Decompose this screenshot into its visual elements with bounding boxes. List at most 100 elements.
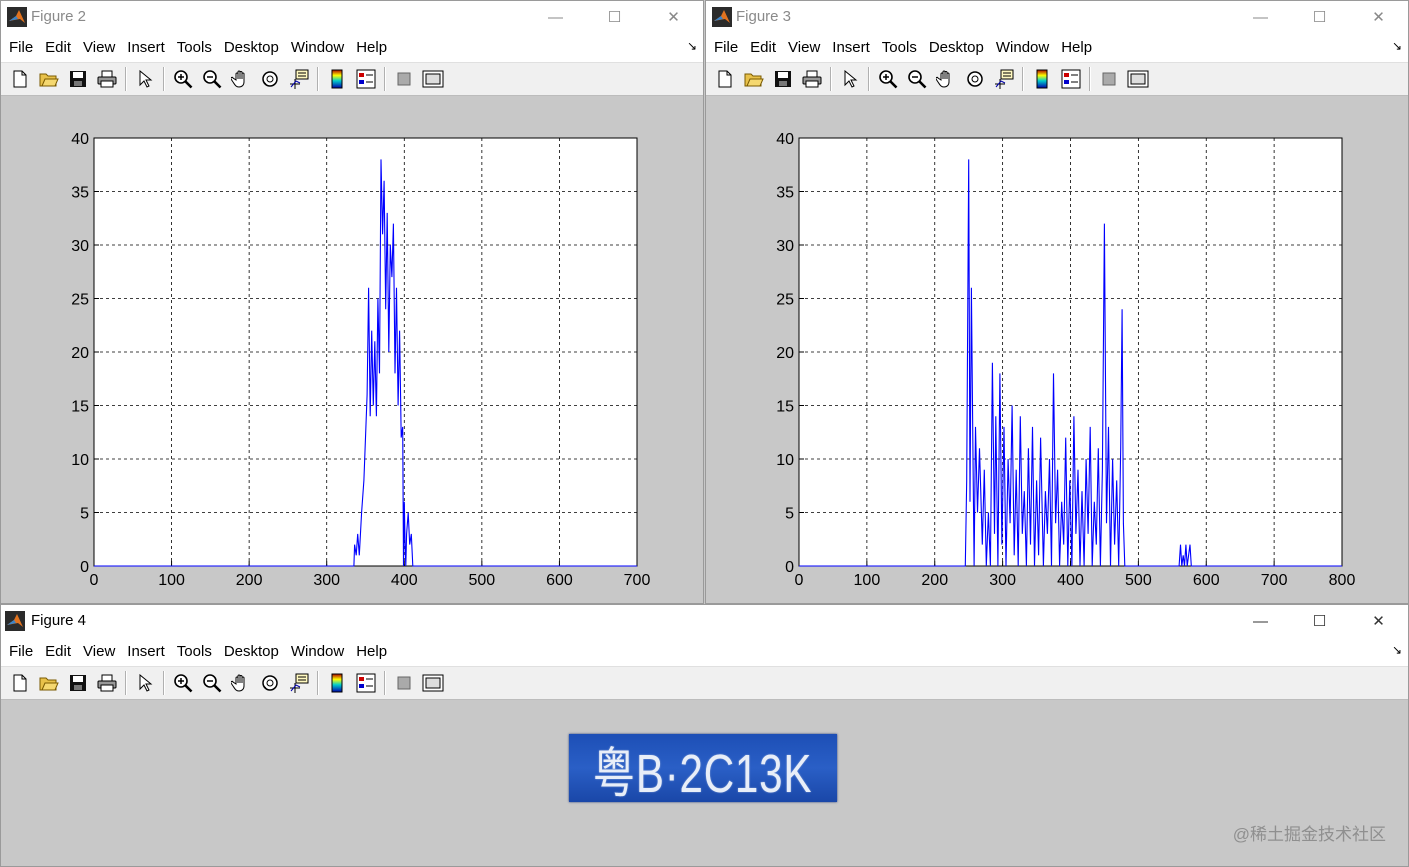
menu-tools[interactable]: Tools bbox=[171, 39, 218, 56]
toolbar-separator bbox=[317, 671, 318, 695]
menu-desktop[interactable]: Desktop bbox=[218, 643, 285, 660]
zoom-out-icon[interactable] bbox=[201, 68, 223, 90]
colorbar-icon[interactable] bbox=[326, 68, 348, 90]
legend-icon[interactable] bbox=[1060, 68, 1082, 90]
menu-desktop[interactable]: Desktop bbox=[218, 39, 285, 56]
pan-hand-icon[interactable] bbox=[230, 68, 252, 90]
show-plot-tools-icon[interactable] bbox=[422, 672, 444, 694]
y-tick-label: 5 bbox=[785, 506, 794, 523]
maximize-button[interactable]: ☐ bbox=[1290, 605, 1349, 637]
menu-file[interactable]: File bbox=[3, 643, 39, 660]
title-bar[interactable]: Figure 4 — ☐ ✕ bbox=[1, 605, 1408, 637]
menu-window[interactable]: Window bbox=[990, 39, 1055, 56]
dock-arrow-icon[interactable]: ↘ bbox=[687, 39, 697, 53]
colorbar-icon[interactable] bbox=[326, 672, 348, 694]
minimize-button[interactable]: — bbox=[1231, 1, 1290, 33]
toolbar-separator bbox=[868, 67, 869, 91]
figure-2-axes[interactable]: 0 100 200 300 400 500 600 700 0 5 10 15 20 25 30 35 40 bbox=[1, 97, 704, 604]
menu-edit[interactable]: Edit bbox=[39, 39, 77, 56]
maximize-button[interactable]: ☐ bbox=[1290, 1, 1349, 33]
title-bar[interactable]: Figure 2 — ☐ ✕ bbox=[1, 1, 703, 33]
menu-window[interactable]: Window bbox=[285, 39, 350, 56]
y-tick-label: 30 bbox=[776, 238, 794, 255]
y-tick-label: 0 bbox=[785, 559, 794, 576]
zoom-in-icon[interactable] bbox=[172, 68, 194, 90]
pan-hand-icon[interactable] bbox=[230, 672, 252, 694]
save-icon[interactable] bbox=[772, 68, 794, 90]
minimize-button[interactable]: — bbox=[1231, 605, 1290, 637]
zoom-out-icon[interactable] bbox=[201, 672, 223, 694]
zoom-in-icon[interactable] bbox=[172, 672, 194, 694]
y-tick-label: 25 bbox=[71, 292, 89, 309]
print-icon[interactable] bbox=[96, 68, 118, 90]
menu-edit[interactable]: Edit bbox=[744, 39, 782, 56]
x-tick-label: 600 bbox=[1193, 572, 1220, 589]
menu-file[interactable]: File bbox=[3, 39, 39, 56]
menu-view[interactable]: View bbox=[77, 39, 121, 56]
toolbar-separator bbox=[125, 67, 126, 91]
menu-window[interactable]: Window bbox=[285, 643, 350, 660]
close-button[interactable]: ✕ bbox=[1349, 1, 1408, 33]
x-tick-label: 100 bbox=[158, 572, 185, 589]
maximize-button[interactable]: ☐ bbox=[585, 1, 644, 33]
new-figure-icon[interactable] bbox=[9, 672, 31, 694]
hide-plot-tools-icon[interactable] bbox=[393, 68, 415, 90]
open-file-icon[interactable] bbox=[38, 68, 60, 90]
save-icon[interactable] bbox=[67, 68, 89, 90]
window-title: Figure 3 bbox=[736, 8, 792, 25]
title-bar[interactable]: Figure 3 — ☐ ✕ bbox=[706, 1, 1408, 33]
menu-tools[interactable]: Tools bbox=[876, 39, 923, 56]
figure-3-axes[interactable]: 0 100 200 300 400 500 600 700 800 0 5 10 15 20 25 30 35 4… bbox=[706, 97, 1409, 604]
show-plot-tools-icon[interactable] bbox=[1127, 68, 1149, 90]
menu-desktop[interactable]: Desktop bbox=[923, 39, 990, 56]
toolbar-separator bbox=[384, 671, 385, 695]
menu-insert[interactable]: Insert bbox=[826, 39, 876, 56]
open-file-icon[interactable] bbox=[38, 672, 60, 694]
colorbar-icon[interactable] bbox=[1031, 68, 1053, 90]
menu-view[interactable]: View bbox=[77, 643, 121, 660]
zoom-out-icon[interactable] bbox=[906, 68, 928, 90]
print-icon[interactable] bbox=[96, 672, 118, 694]
close-button[interactable]: ✕ bbox=[1349, 605, 1408, 637]
zoom-in-icon[interactable] bbox=[877, 68, 899, 90]
menu-edit[interactable]: Edit bbox=[39, 643, 77, 660]
menu-file[interactable]: File bbox=[708, 39, 744, 56]
x-tick-label: 300 bbox=[313, 572, 340, 589]
menu-view[interactable]: View bbox=[782, 39, 826, 56]
dock-arrow-icon[interactable]: ↘ bbox=[1392, 643, 1402, 657]
data-cursor-icon[interactable] bbox=[288, 672, 310, 694]
legend-icon[interactable] bbox=[355, 672, 377, 694]
menu-help[interactable]: Help bbox=[350, 39, 393, 56]
edit-plot-arrow-icon[interactable] bbox=[134, 68, 156, 90]
legend-icon[interactable] bbox=[355, 68, 377, 90]
menu-help[interactable]: Help bbox=[350, 643, 393, 660]
hide-plot-tools-icon[interactable] bbox=[393, 672, 415, 694]
matlab-logo-icon bbox=[7, 7, 27, 27]
data-cursor-icon[interactable] bbox=[288, 68, 310, 90]
menu-insert[interactable]: Insert bbox=[121, 643, 171, 660]
y-tick-label: 40 bbox=[776, 131, 794, 148]
show-plot-tools-icon[interactable] bbox=[422, 68, 444, 90]
menu-tools[interactable]: Tools bbox=[171, 643, 218, 660]
new-figure-icon[interactable] bbox=[9, 68, 31, 90]
hide-plot-tools-icon[interactable] bbox=[1098, 68, 1120, 90]
close-button[interactable]: ✕ bbox=[644, 1, 703, 33]
data-cursor-icon[interactable] bbox=[993, 68, 1015, 90]
menu-help[interactable]: Help bbox=[1055, 39, 1098, 56]
open-file-icon[interactable] bbox=[743, 68, 765, 90]
edit-plot-arrow-icon[interactable] bbox=[839, 68, 861, 90]
print-icon[interactable] bbox=[801, 68, 823, 90]
minimize-button[interactable]: — bbox=[526, 1, 585, 33]
rotate-3d-icon[interactable] bbox=[964, 68, 986, 90]
rotate-3d-icon[interactable] bbox=[259, 68, 281, 90]
y-tick-label: 15 bbox=[776, 399, 794, 416]
dock-arrow-icon[interactable]: ↘ bbox=[1392, 39, 1402, 53]
x-tick-label: 400 bbox=[1057, 572, 1084, 589]
save-icon[interactable] bbox=[67, 672, 89, 694]
menu-bar: File Edit View Insert Tools Desktop Wind… bbox=[1, 637, 1408, 666]
edit-plot-arrow-icon[interactable] bbox=[134, 672, 156, 694]
pan-hand-icon[interactable] bbox=[935, 68, 957, 90]
new-figure-icon[interactable] bbox=[714, 68, 736, 90]
menu-insert[interactable]: Insert bbox=[121, 39, 171, 56]
rotate-3d-icon[interactable] bbox=[259, 672, 281, 694]
